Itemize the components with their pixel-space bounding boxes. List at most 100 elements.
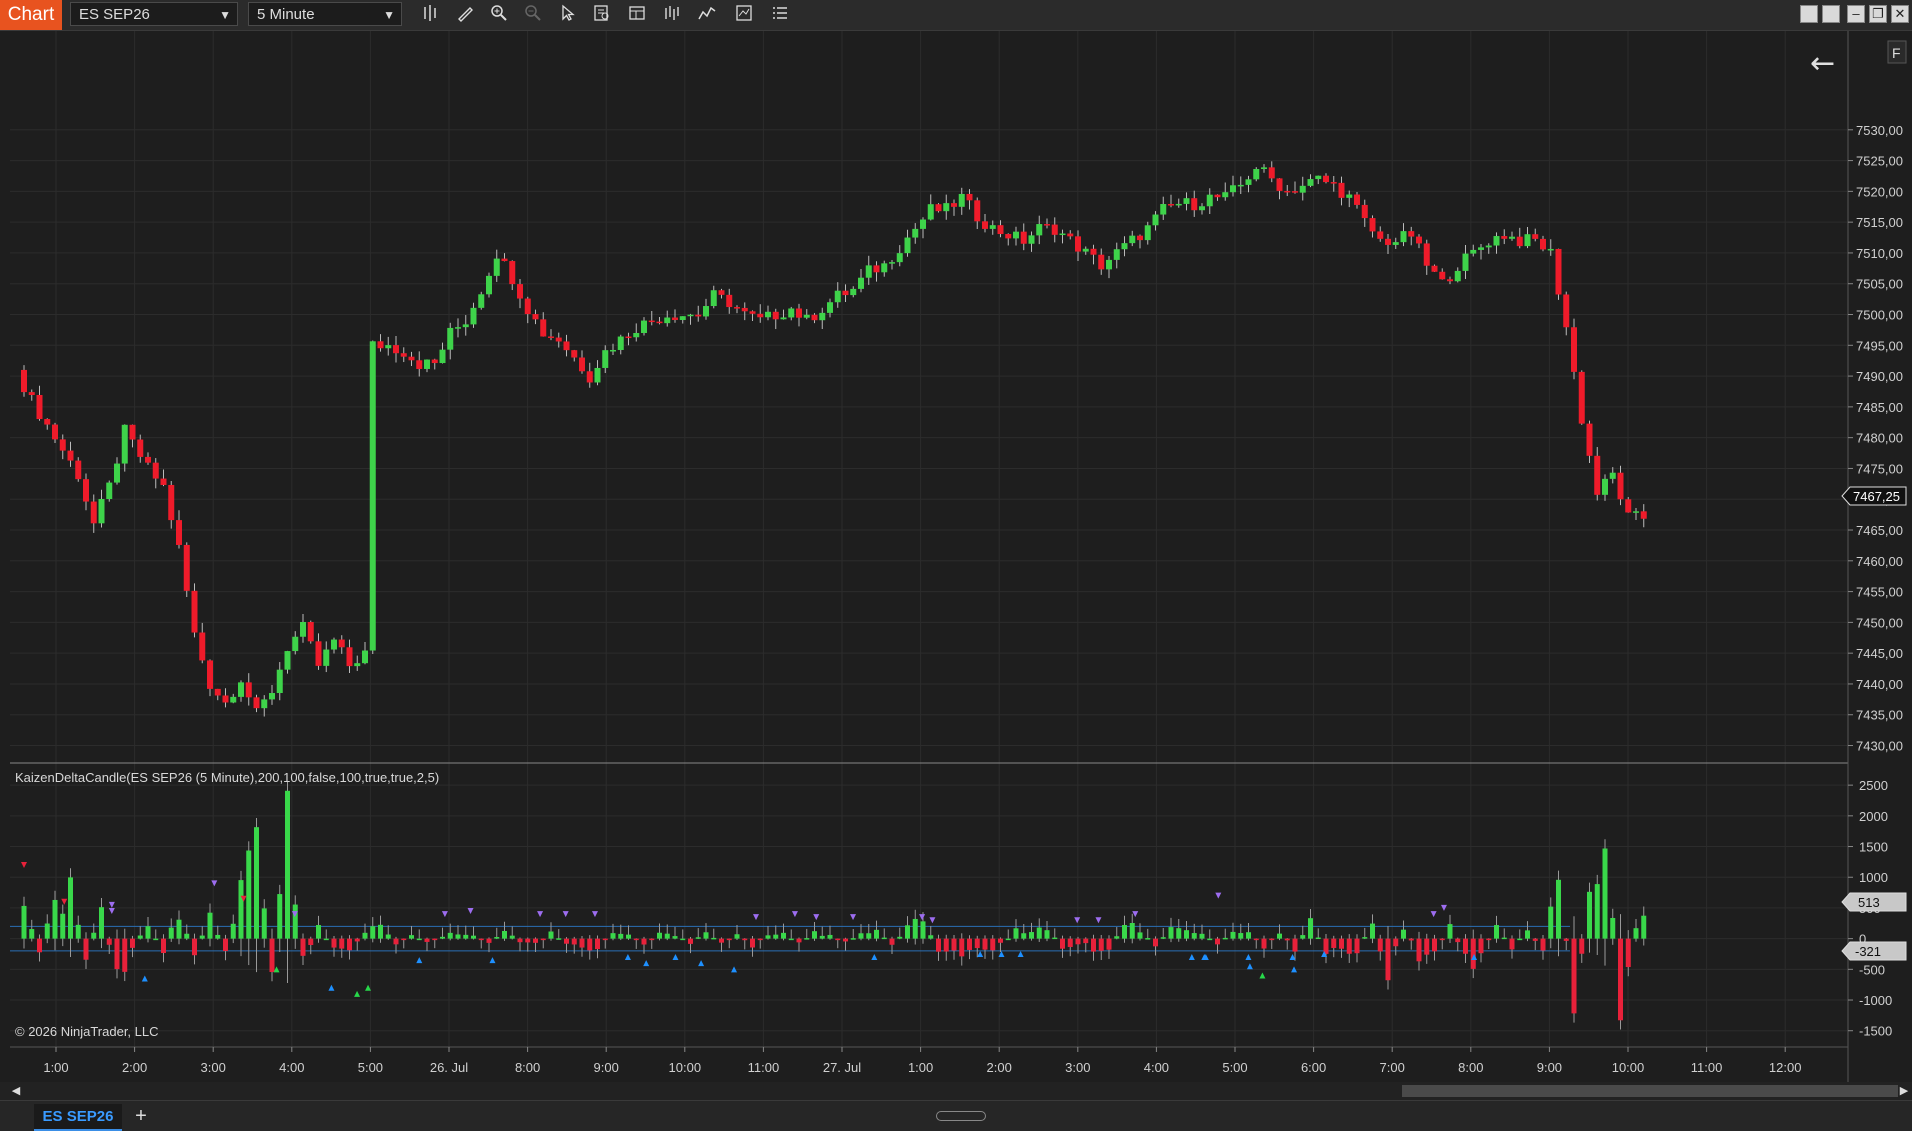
delta-bar-up [1184,930,1189,939]
candle-up [462,324,469,328]
zoom-in-icon[interactable] [487,4,511,26]
delta-bar-down [486,938,492,943]
delta-bar-down [540,938,546,941]
candle-down [555,337,562,342]
candle-up [1315,175,1322,180]
interval-selector[interactable]: 5 Minute ▼ [248,2,402,26]
indicators-icon[interactable] [695,4,719,26]
delta-bar-up [881,937,887,940]
delta-bar-down [967,938,972,950]
candle-up [1400,231,1407,243]
delta-bar-down [1346,938,1352,954]
candle-up [1470,249,1477,254]
price-tick-label: 7480,00 [1856,431,1903,446]
delta-bar-down [1563,938,1569,941]
data-box-icon[interactable] [590,4,614,26]
delta-bar-up [773,934,779,939]
delta-bar-down [1153,938,1158,947]
time-tick-label: 9:00 [594,1060,619,1075]
delta-bar-up [91,932,97,939]
templates-icon[interactable] [732,4,756,26]
add-tab-icon[interactable]: + [128,1104,154,1129]
candle-up [780,317,787,320]
tile-icon[interactable] [1800,5,1818,23]
scroll-thumb[interactable] [1402,1085,1898,1097]
delta-bar-up [1641,915,1647,939]
candle-down [1416,236,1422,244]
strategies-icon[interactable] [660,4,684,26]
price-tick-label: 7520,00 [1856,184,1903,199]
candle-down [1067,233,1074,237]
instrument-selector[interactable]: ES SEP26 ▼ [70,2,238,26]
candle-up [1609,472,1616,479]
list-icon[interactable] [768,4,792,26]
delta-bar-down [1571,938,1577,1014]
candle-down [1594,455,1601,495]
candle-down [168,484,175,521]
chart-tab[interactable]: Chart [0,0,62,30]
candle-down [517,284,523,299]
back-arrow-icon[interactable]: ← [1810,46,1835,81]
candle-down [253,697,260,709]
candle-down [183,544,190,591]
candle-up [1462,253,1469,271]
horizontal-scrollbar[interactable]: ◀ ▶ [0,1082,1912,1100]
drawing-tool-icon[interactable] [453,4,477,26]
tab-es-sep26[interactable]: ES SEP26 [34,1104,122,1131]
pointer-icon[interactable] [556,4,580,26]
candle-up [1222,192,1229,198]
delta-bar-up [29,929,35,939]
delta-bar-up [1222,937,1228,940]
candle-up [300,622,306,637]
candle-down [509,261,516,285]
price-tick-label: 7445,00 [1856,646,1903,661]
delta-bar-down [1393,938,1399,947]
delta-bar-up [1191,933,1197,939]
candle-down [176,520,182,545]
delta-bar-up [905,925,910,939]
scroll-left-icon[interactable]: ◀ [10,1084,22,1098]
candle-up [1036,224,1043,236]
delta-bar-up [60,913,66,939]
chart-area[interactable]: 7530,00 7525,00 7520,00 7515,00 7510,00 7505,… [0,31,1912,1082]
zoom-out-icon[interactable] [521,4,545,26]
delta-bar-down [478,938,484,941]
candle-down [579,357,585,372]
candle-up [331,639,337,650]
delta-bar-up [1633,928,1639,939]
delta-bar-down [982,938,988,950]
delta-bar-down [1532,938,1538,941]
time-tick-label: 3:00 [1065,1060,1090,1075]
candle-up [1144,225,1151,241]
candle-up [1199,206,1205,211]
resize-grip[interactable] [936,1111,986,1121]
tile-alt-icon[interactable] [1822,5,1840,23]
delta-bar-up [618,933,624,939]
delta-bar-down [571,938,577,945]
delta-bar-up [1238,933,1244,939]
candle-down [1447,279,1453,282]
tab-bar: ES SEP26 + [0,1100,1912,1131]
restore-icon[interactable]: ❐ [1869,5,1887,23]
minimize-icon[interactable]: – [1847,5,1865,23]
properties-icon[interactable] [625,4,649,26]
delta-bar-up [1052,937,1058,940]
scroll-right-icon[interactable]: ▶ [1898,1084,1910,1098]
delta-bar-up [44,923,50,939]
candle-up [1230,185,1236,193]
candle-up [1392,242,1399,245]
candle-up [1299,185,1306,193]
candle-down [52,424,58,440]
time-tick-label: 26. Jul [430,1060,468,1075]
bar-type-icon[interactable] [419,4,443,26]
delta-bar-up [897,936,903,939]
delta-bar-down [1106,938,1112,950]
candle-down [540,319,547,337]
candle-up [1160,204,1167,215]
candle-down [28,392,35,396]
delta-bar-up [1005,938,1011,941]
close-icon[interactable]: ✕ [1891,5,1909,23]
candle-up [470,307,477,325]
candle-down [36,395,43,420]
delta-bar-up [230,923,236,939]
